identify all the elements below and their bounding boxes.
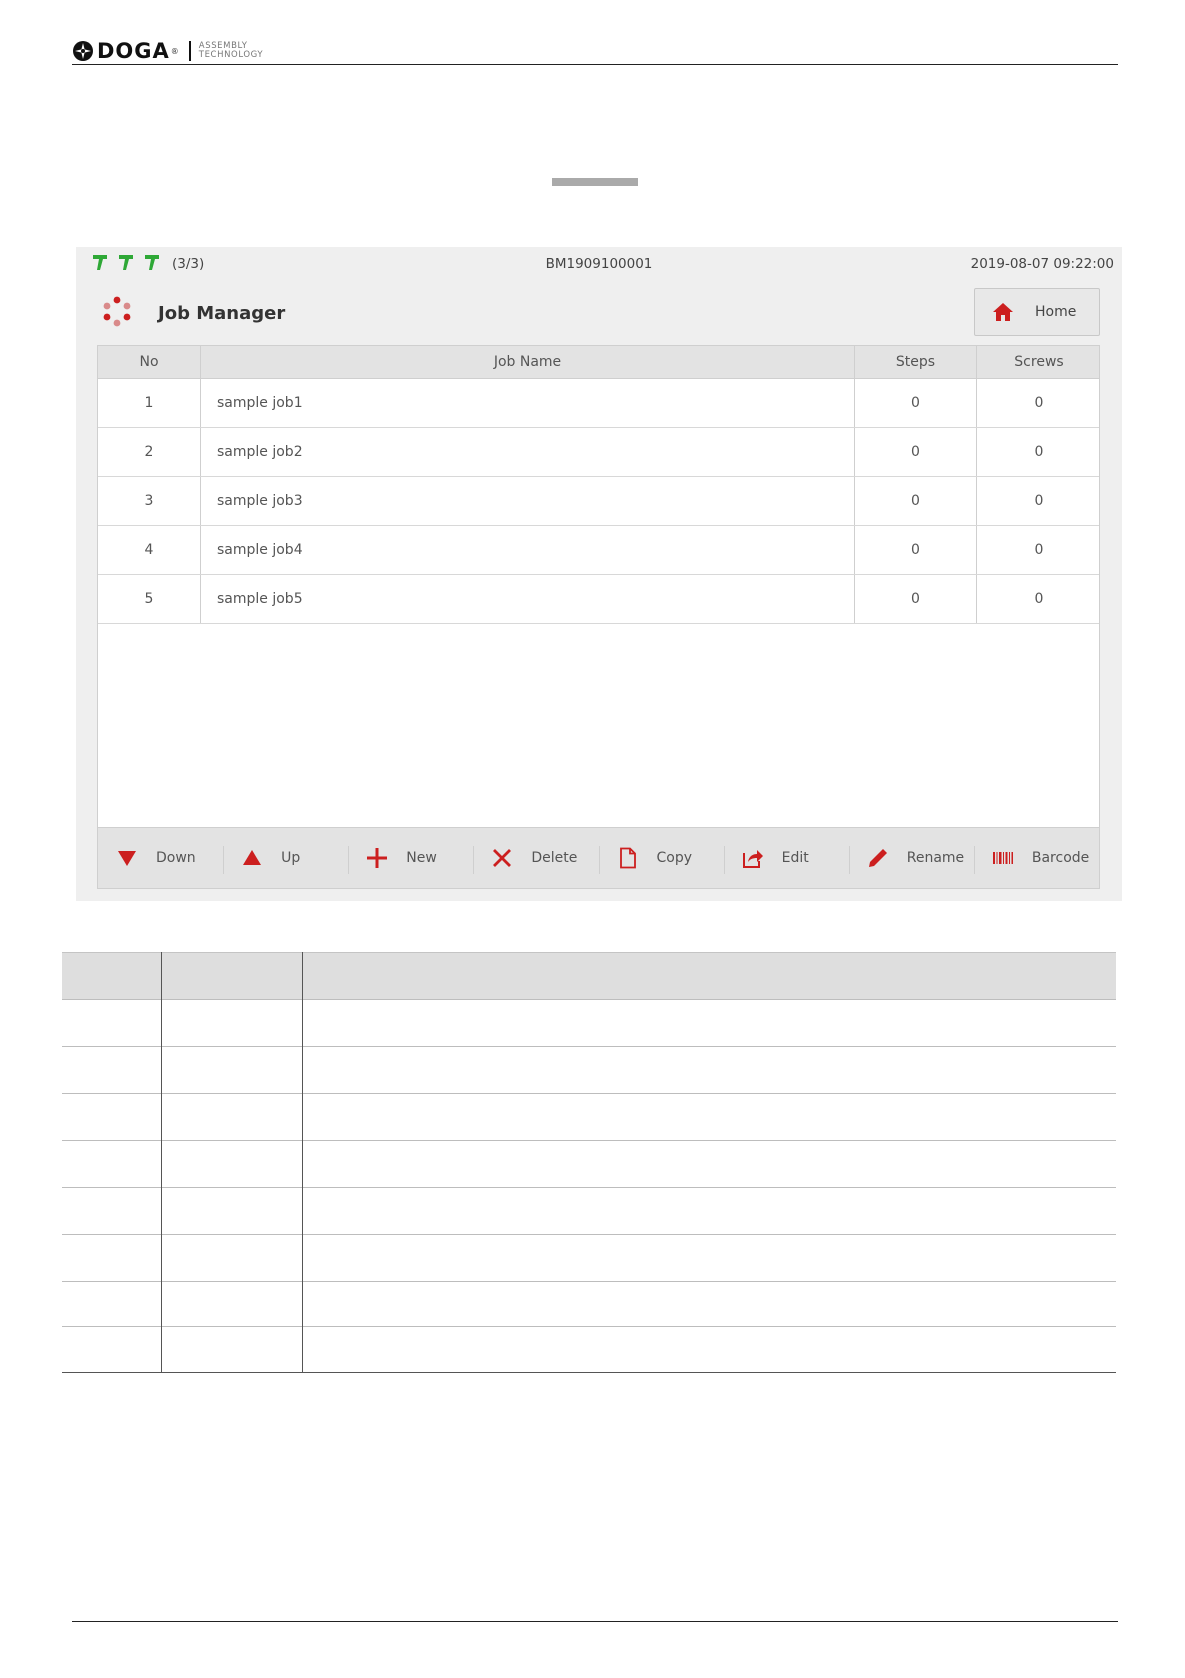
- status-bar: (3/3) BM1909100001 2019-08-07 09:22:00: [76, 247, 1122, 275]
- home-button[interactable]: Home: [974, 288, 1100, 336]
- table-row: [62, 999, 1116, 1047]
- column-header-job-name[interactable]: Job Name: [200, 346, 854, 378]
- cell-screws: 0: [976, 477, 1101, 525]
- copy-button[interactable]: Copy: [598, 828, 724, 888]
- barcode-icon: [992, 852, 1013, 864]
- plus-icon: [367, 848, 388, 868]
- table-row[interactable]: 2 sample job2 0 0: [98, 428, 1099, 477]
- table-row: [62, 1326, 1116, 1374]
- down-button-label: Down: [156, 850, 196, 866]
- footer-divider: [72, 1621, 1118, 1622]
- home-button-label: Home: [1035, 304, 1077, 320]
- delete-button[interactable]: Delete: [473, 828, 598, 888]
- doga-logo: DOGA ® ASSEMBLY TECHNOLOGY: [72, 40, 263, 62]
- job-table: No Job Name Steps Screws 1 sample job1 0…: [97, 345, 1100, 828]
- cell-job-name: sample job3: [200, 477, 854, 525]
- cell-screws: 0: [976, 428, 1101, 476]
- x-icon: [493, 849, 512, 867]
- rename-button[interactable]: Rename: [848, 828, 974, 888]
- logo-tagline: ASSEMBLY TECHNOLOGY: [199, 42, 263, 60]
- up-button-label: Up: [281, 850, 301, 866]
- column-header-no[interactable]: No: [98, 346, 200, 378]
- edit-button-label: Edit: [781, 850, 809, 866]
- edit-button[interactable]: Edit: [723, 828, 849, 888]
- header-divider: [72, 64, 1118, 65]
- column-divider: [302, 952, 303, 1373]
- table-row: [62, 1187, 1116, 1235]
- cell-job-name: sample job5: [200, 575, 854, 623]
- job-toolbar: Down Up New Delete Copy Edit Rename Barc…: [97, 828, 1100, 889]
- cell-job-name: sample job4: [200, 526, 854, 574]
- home-icon: [993, 303, 1013, 321]
- column-header-steps[interactable]: Steps: [854, 346, 976, 378]
- controller-screen: (3/3) BM1909100001 2019-08-07 09:22:00 J…: [76, 247, 1122, 901]
- cell-steps: 0: [854, 526, 976, 574]
- redacted-heading-bar: [552, 178, 638, 186]
- table-row: [62, 1140, 1116, 1188]
- cell-steps: 0: [854, 477, 976, 525]
- table-row: [62, 1234, 1116, 1282]
- new-button-label: New: [406, 850, 437, 866]
- page-header: DOGA ® ASSEMBLY TECHNOLOGY: [72, 38, 1118, 64]
- cell-job-name: sample job2: [200, 428, 854, 476]
- cell-no: 5: [144, 591, 154, 607]
- cell-screws: 0: [976, 526, 1101, 574]
- rename-button-label: Rename: [906, 850, 965, 866]
- cell-steps: 0: [854, 428, 976, 476]
- cell-no: 2: [144, 444, 154, 460]
- job-manager-icon: [103, 296, 131, 327]
- description-table-header: [62, 952, 1116, 1000]
- description-table: [62, 952, 1116, 1373]
- down-button[interactable]: Down: [98, 828, 223, 888]
- doga-emblem-icon: [73, 41, 93, 61]
- datetime: 2019-08-07 09:22:00: [970, 256, 1114, 272]
- controller-serial: BM1909100001: [545, 256, 653, 272]
- column-divider: [161, 952, 162, 1373]
- cell-no: 4: [144, 542, 154, 558]
- up-button[interactable]: Up: [223, 828, 348, 888]
- delete-button-label: Delete: [531, 850, 578, 866]
- column-header-screws[interactable]: Screws: [976, 346, 1101, 378]
- pencil-icon: [868, 849, 887, 867]
- new-button[interactable]: New: [348, 828, 473, 888]
- tagline-line2: TECHNOLOGY: [198, 50, 264, 60]
- barcode-button-label: Barcode: [1031, 850, 1090, 866]
- document-icon: [619, 847, 636, 869]
- cell-screws: 0: [976, 575, 1101, 623]
- table-row[interactable]: 5 sample job5 0 0: [98, 575, 1099, 624]
- title-row: Job Manager: [76, 287, 1122, 339]
- table-row[interactable]: 4 sample job4 0 0: [98, 526, 1099, 575]
- cell-steps: 0: [854, 379, 976, 427]
- page-title: Job Manager: [158, 303, 286, 324]
- cell-steps: 0: [854, 575, 976, 623]
- triangle-up-icon: [243, 850, 262, 865]
- table-row[interactable]: 1 sample job1 0 0: [98, 379, 1099, 428]
- table-bottom-rule: [62, 1372, 1116, 1373]
- cell-screws: 0: [976, 379, 1101, 427]
- table-row: [62, 1093, 1116, 1141]
- table-row: [62, 1281, 1116, 1329]
- triangle-down-icon: [118, 851, 136, 866]
- table-row: [62, 1046, 1116, 1094]
- logo-text: DOGA: [97, 39, 170, 63]
- cell-no: 1: [144, 395, 154, 411]
- cell-no: 3: [144, 493, 154, 509]
- logo-separator: [188, 41, 191, 61]
- table-row[interactable]: 3 sample job3 0 0: [98, 477, 1099, 526]
- job-table-header: No Job Name Steps Screws: [98, 346, 1099, 379]
- share-edit-icon: [742, 850, 763, 868]
- cell-job-name: sample job1: [200, 379, 854, 427]
- barcode-button[interactable]: Barcode: [973, 828, 1099, 888]
- registered-mark: ®: [170, 46, 179, 56]
- copy-button-label: Copy: [656, 850, 693, 866]
